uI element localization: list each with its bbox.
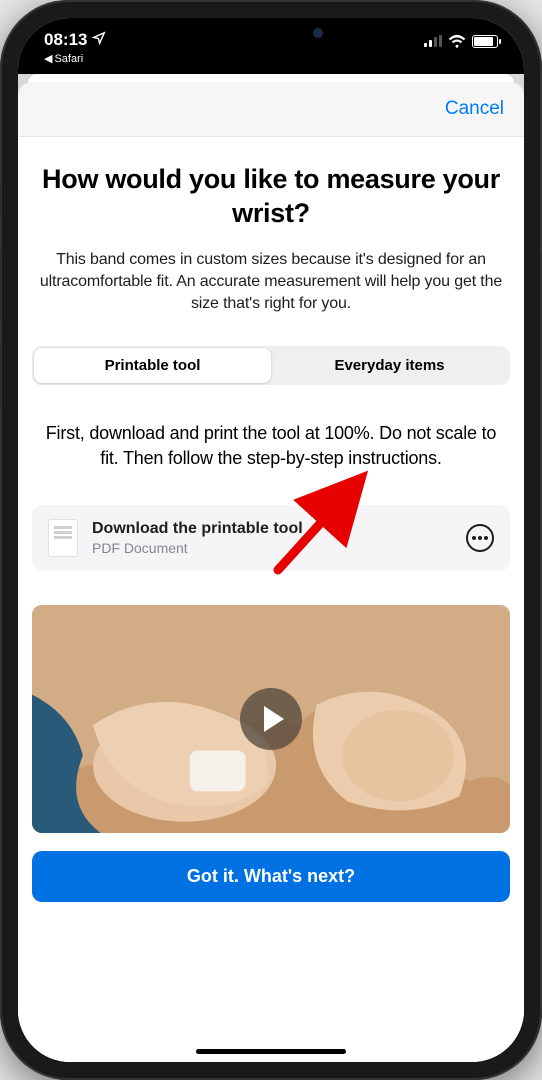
battery-icon xyxy=(472,35,498,48)
segment-everyday-items[interactable]: Everyday items xyxy=(271,348,508,383)
phone-frame: 08:13 ◀ Safari xyxy=(0,0,542,1080)
document-icon xyxy=(48,519,78,557)
wifi-icon xyxy=(448,34,466,48)
page-title: How would you like to measure your wrist… xyxy=(42,163,500,231)
instruction-video[interactable] xyxy=(32,605,510,833)
got-it-button[interactable]: Got it. What's next? xyxy=(32,851,510,902)
cancel-button[interactable]: Cancel xyxy=(445,98,504,120)
download-title: Download the printable tool xyxy=(92,520,452,538)
screen: 08:13 ◀ Safari xyxy=(18,18,524,1062)
notch xyxy=(161,18,381,50)
segmented-control[interactable]: Printable tool Everyday items xyxy=(32,346,510,385)
status-time: 08:13 xyxy=(44,30,87,50)
home-indicator[interactable] xyxy=(196,1049,346,1054)
subtitle-text: This band comes in custom sizes because … xyxy=(36,249,506,316)
play-icon xyxy=(240,688,302,750)
segment-printable-tool[interactable]: Printable tool xyxy=(34,348,271,383)
download-tool-card[interactable]: Download the printable tool PDF Document xyxy=(32,505,510,571)
sheet-header: Cancel xyxy=(18,82,524,137)
back-to-app[interactable]: ◀ Safari xyxy=(44,52,106,65)
cellular-icon xyxy=(424,35,442,47)
modal-sheet: Cancel How would you like to measure you… xyxy=(18,82,524,1062)
back-app-label: Safari xyxy=(54,53,83,65)
back-chevron-icon: ◀ xyxy=(44,52,52,65)
instructions-text: First, download and print the tool at 10… xyxy=(36,421,506,471)
location-icon xyxy=(92,30,106,50)
more-options-button[interactable] xyxy=(466,524,494,552)
download-subtitle: PDF Document xyxy=(92,540,452,556)
